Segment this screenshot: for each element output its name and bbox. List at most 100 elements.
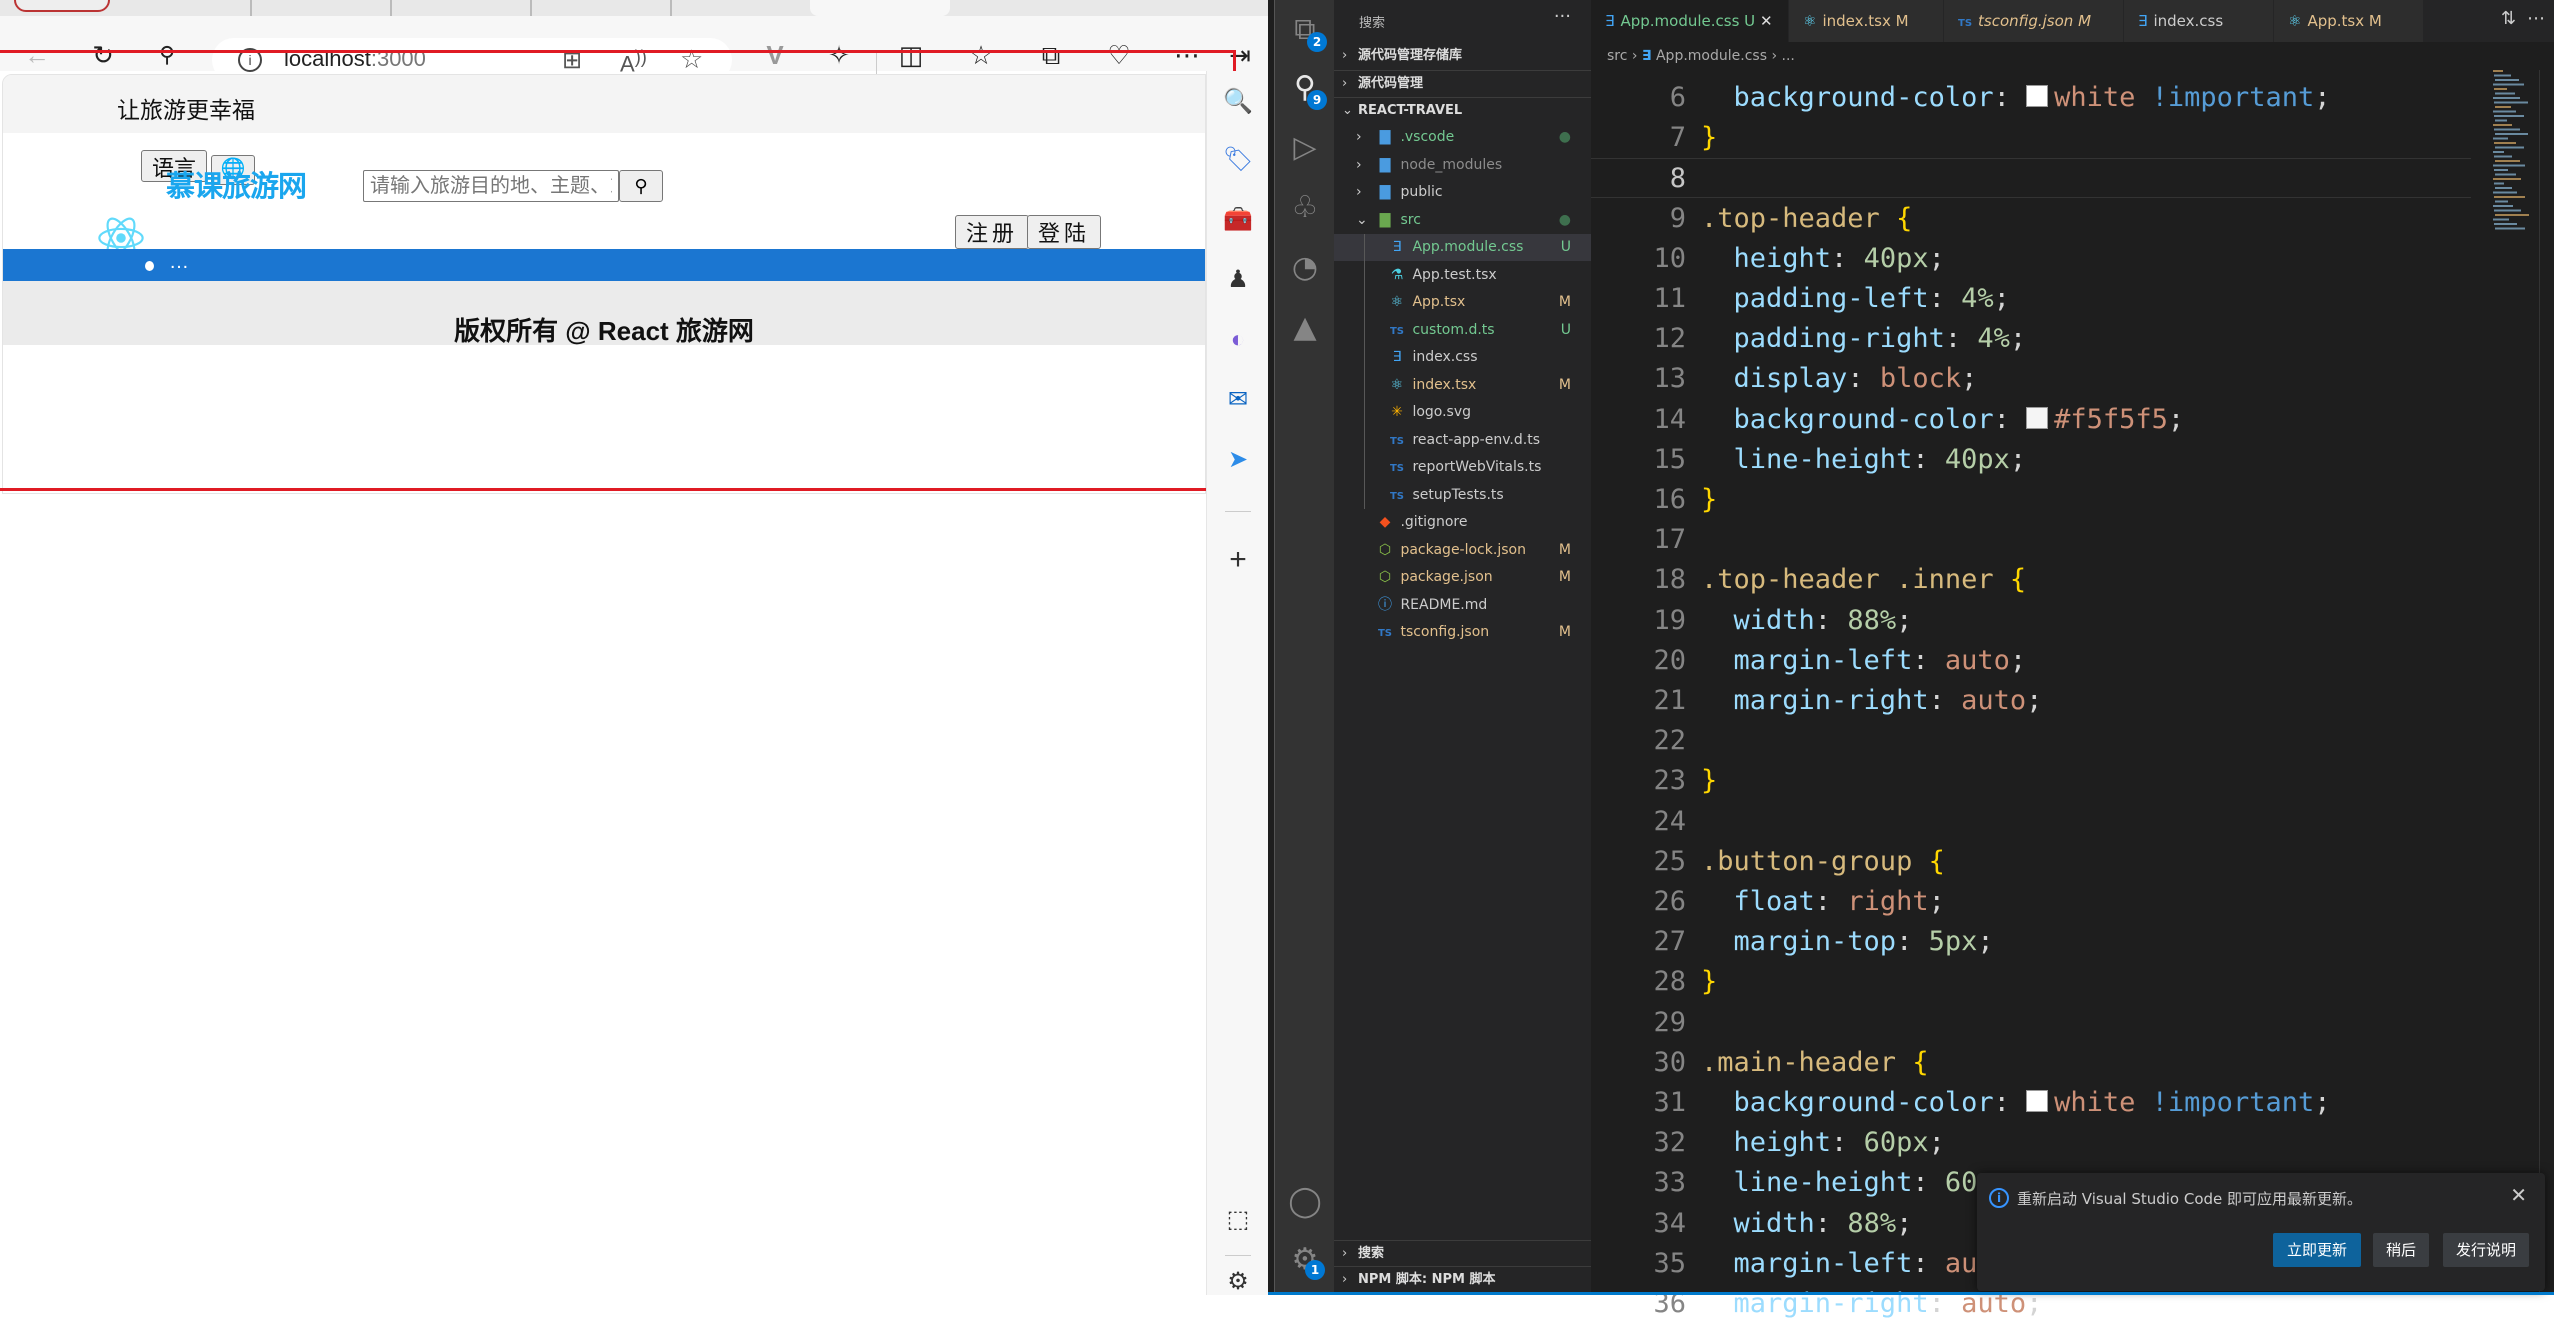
editor-tab[interactable]: ⚛ App.tsx M	[2274, 0, 2424, 42]
account-icon[interactable]: ◯	[1285, 1182, 1325, 1222]
file-tree-item[interactable]: ∃ App.module.css U	[1334, 234, 1591, 261]
minimap[interactable]	[2491, 70, 2541, 240]
code-line[interactable]: 23}	[1591, 761, 2471, 801]
code-line[interactable]: 28}	[1591, 962, 2471, 1002]
more-icon[interactable]: ⋯	[1172, 40, 1202, 70]
manage-gear-icon[interactable]: ⚙ 1	[1285, 1240, 1325, 1280]
code-line[interactable]: 21 margin-right: auto;	[1591, 681, 2471, 721]
close-icon[interactable]: ✕	[2510, 1183, 2527, 1207]
code-line[interactable]: 29	[1591, 1003, 2471, 1043]
browser-tab[interactable]	[530, 0, 532, 16]
browser-essentials-icon[interactable]: ♡	[1104, 40, 1134, 70]
code-line[interactable]: 18 .top-header .inner {	[1591, 560, 2471, 600]
profile-button[interactable]	[14, 0, 110, 12]
section-search[interactable]: › 搜索	[1334, 1240, 1591, 1266]
code-line[interactable]: 9 .top-header {	[1591, 199, 2471, 239]
tools-icon[interactable]: 🧰	[1223, 205, 1253, 235]
code-line[interactable]: 8	[1591, 158, 2471, 199]
file-tree-item[interactable]: › ▇ public	[1334, 179, 1591, 206]
code-line[interactable]: 20 margin-left: auto;	[1591, 641, 2471, 681]
update-now-button[interactable]: 立即更新	[2273, 1233, 2361, 1267]
extensions-puzzle-icon[interactable]: ✧	[824, 40, 854, 70]
section-scm[interactable]: › 源代码管理	[1334, 70, 1591, 96]
code-line[interactable]: 7}	[1591, 118, 2471, 158]
site-info-icon[interactable]: i	[238, 48, 262, 72]
login-button[interactable]: 登陆	[1027, 215, 1102, 249]
section-npm-scripts[interactable]: › NPM 脚本: NPM 脚本	[1334, 1266, 1591, 1292]
color-swatch[interactable]	[2026, 85, 2049, 107]
code-line[interactable]: 30 .main-header {	[1591, 1043, 2471, 1083]
file-tree-item[interactable]: TS tsconfig.json M	[1334, 619, 1591, 646]
later-button[interactable]: 稍后	[2373, 1233, 2429, 1267]
code-line[interactable]: 27 margin-top: 5px;	[1591, 922, 2471, 962]
extension-v-icon[interactable]: V	[760, 40, 790, 70]
code-line[interactable]: 16}	[1591, 480, 2471, 520]
compare-changes-icon[interactable]: ⇅	[2501, 8, 2516, 29]
refresh-icon[interactable]: ↻	[88, 40, 118, 70]
search-input[interactable]	[363, 170, 619, 202]
browser-tab-active[interactable]	[810, 0, 950, 16]
search-icon[interactable]: ⚲ 9	[1285, 68, 1327, 110]
release-notes-button[interactable]: 发行说明	[2443, 1233, 2529, 1267]
register-button[interactable]: 注册	[955, 215, 1030, 249]
outlook-icon[interactable]: ✉	[1223, 385, 1253, 415]
color-swatch[interactable]	[2026, 1090, 2049, 1112]
run-debug-icon[interactable]: ▷	[1285, 128, 1325, 168]
browser-tab[interactable]	[670, 0, 672, 16]
code-line[interactable]: 22	[1591, 721, 2471, 761]
file-tree-item[interactable]: TS setupTests.ts	[1334, 482, 1591, 509]
split-screen-icon[interactable]: ◫	[896, 40, 926, 70]
url-text[interactable]: localhost:3000	[284, 46, 426, 72]
section-project-react-travel[interactable]: ⌄ REACT-TRAVEL	[1334, 97, 1591, 123]
code-line[interactable]: 32 height: 60px;	[1591, 1123, 2471, 1163]
file-tree-item[interactable]: ◆ .gitignore	[1334, 509, 1591, 536]
browser-tab-strip[interactable]	[0, 0, 1268, 16]
code-line[interactable]: 15 line-height: 40px;	[1591, 440, 2471, 480]
menu-more-button[interactable]: …	[169, 251, 190, 274]
search-icon[interactable]: ⚲	[152, 40, 182, 70]
editor-tab[interactable]: ⚛ index.tsx M	[1789, 0, 1944, 42]
editor-scrollbar[interactable]	[2539, 70, 2553, 1295]
file-tree-item[interactable]: ⬡ package-lock.json M	[1334, 537, 1591, 564]
file-tree-item[interactable]: ⬡ package.json M	[1334, 564, 1591, 591]
file-tree-item[interactable]: TS reportWebVitals.ts	[1334, 454, 1591, 481]
browser-tab[interactable]	[390, 0, 392, 16]
breadcrumb[interactable]: src › ∃ App.module.css › ...	[1591, 42, 2554, 70]
file-tree-item[interactable]: TS react-app-env.d.ts	[1334, 427, 1591, 454]
file-tree-item[interactable]: TS custom.d.ts U	[1334, 317, 1591, 344]
app-available-icon[interactable]: ⊞	[562, 46, 582, 75]
menu-item-dot[interactable]	[145, 261, 154, 271]
browser-tab[interactable]	[250, 0, 252, 16]
editor-tab[interactable]: ∃ App.module.css U ✕	[1591, 0, 1789, 42]
send-icon[interactable]: ➤	[1223, 445, 1253, 475]
copilot-icon[interactable]: ◐	[1223, 325, 1253, 355]
code-line[interactable]: 6 background-color: white !important;	[1591, 78, 2471, 118]
file-tree-item[interactable]: ⌄ ▇ src ●	[1334, 207, 1591, 234]
collections-icon[interactable]: ⧉	[1036, 40, 1066, 70]
games-icon[interactable]: ♟	[1223, 265, 1253, 295]
code-line[interactable]: 10 height: 40px;	[1591, 239, 2471, 279]
search-button[interactable]: ⚲	[619, 170, 663, 202]
back-arrow-icon[interactable]: ←	[22, 40, 52, 70]
file-tree-item[interactable]: › ▇ .vscode ●	[1334, 124, 1591, 151]
code-line[interactable]: 14 background-color: #f5f5f5;	[1591, 400, 2471, 440]
favorite-star-icon[interactable]: ☆	[680, 44, 703, 75]
remote-explorer-icon[interactable]: ▲	[1285, 308, 1325, 348]
code-line[interactable]: 26 float: right;	[1591, 882, 2471, 922]
code-line[interactable]: 19 width: 88%;	[1591, 601, 2471, 641]
favorites-icon[interactable]: ☆	[966, 40, 996, 70]
code-line[interactable]: 25 .button-group {	[1591, 842, 2471, 882]
file-tree-item[interactable]: ⚛ index.tsx M	[1334, 372, 1591, 399]
more-actions-icon[interactable]: ···	[1554, 6, 1571, 27]
color-swatch[interactable]	[2026, 406, 2049, 429]
settings-gear-icon[interactable]: ⚙	[1223, 1267, 1253, 1297]
code-line[interactable]: 13 display: block;	[1591, 359, 2471, 399]
editor-tab[interactable]: ∃ index.css	[2124, 0, 2274, 42]
file-tree-item[interactable]: ∃ index.css	[1334, 344, 1591, 371]
code-line[interactable]: 31 background-color: white !important;	[1591, 1083, 2471, 1123]
file-tree-item[interactable]: › ▇ node_modules	[1334, 152, 1591, 179]
code-line[interactable]: 12 padding-right: 4%;	[1591, 319, 2471, 359]
file-tree-item[interactable]: ⚗ App.test.tsx	[1334, 262, 1591, 289]
code-editor[interactable]: 6 background-color: white !important; 7} 8…	[1591, 70, 2471, 1319]
code-line[interactable]: 17	[1591, 520, 2471, 560]
